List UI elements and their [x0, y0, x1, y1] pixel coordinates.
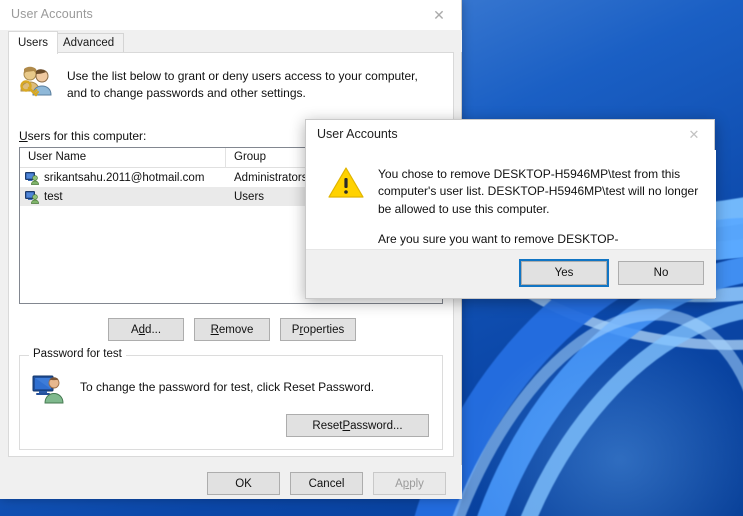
tab-advanced[interactable]: Advanced — [53, 33, 125, 54]
dialog-message-line1: You chose to remove DESKTOP-H5946MP\test… — [378, 167, 699, 216]
warning-triangle-icon — [328, 166, 364, 251]
user-account-icon — [25, 190, 39, 204]
remove-button[interactable]: Remove — [194, 318, 270, 341]
remove-button-post: emove — [218, 323, 254, 336]
reset-password-post: assword... — [350, 419, 403, 432]
info-blurb: Use the list below to grant or deny user… — [17, 65, 437, 102]
dialog-footer: OK Cancel Ap ply — [0, 465, 462, 499]
user-action-buttons: Ad d... Remove Pr operties — [9, 318, 455, 341]
dialog-footer: Yes No — [306, 249, 716, 298]
close-icon[interactable]: ✕ — [417, 0, 461, 30]
remove-button-accel: R — [210, 323, 219, 336]
apply-button: Ap ply — [373, 472, 446, 495]
confirm-remove-dialog: User Accounts ✕ You chose to remove DESK… — [305, 119, 716, 299]
users-list-label-accel: U — [19, 129, 28, 143]
reset-password-accel: P — [342, 419, 351, 432]
window-title: User Accounts — [11, 7, 93, 21]
properties-button-post: operties — [303, 323, 345, 336]
user-account-icon — [25, 171, 39, 185]
window-titlebar[interactable]: User Accounts ✕ — [0, 0, 461, 30]
apply-button-post: ply — [409, 477, 424, 490]
dialog-footer-buttons: Yes No — [519, 259, 704, 287]
properties-button[interactable]: Pr operties — [280, 318, 356, 341]
add-button-post: d... — [145, 323, 162, 336]
dialog-body: You chose to remove DESKTOP-H5946MP\test… — [306, 150, 716, 264]
users-list-label-rest: sers for this computer: — [27, 129, 147, 143]
info-blurb-text: Use the list below to grant or deny user… — [67, 69, 418, 101]
cancel-button[interactable]: Cancel — [290, 472, 363, 495]
user-name-text: test — [44, 190, 63, 203]
ok-button[interactable]: OK — [207, 472, 280, 495]
add-button-pre: A — [130, 323, 139, 336]
dialog-message: You chose to remove DESKTOP-H5946MP\test… — [378, 166, 700, 264]
monitor-user-icon — [32, 372, 66, 404]
password-info-row: To change the password for test, click R… — [32, 372, 374, 404]
cell-user-name: srikantsahu.2011@hotmail.com — [20, 171, 226, 185]
users-key-icon — [17, 65, 55, 102]
reset-password-wrap: Reset Password... — [286, 414, 429, 437]
dialog-footer-buttons: OK Cancel Ap ply — [207, 472, 446, 495]
tab-strip: Users Advanced — [0, 30, 462, 54]
yes-button[interactable]: Yes — [519, 259, 609, 287]
dialog-title: User Accounts — [317, 127, 398, 141]
reset-password-pre: Reset — [312, 419, 343, 432]
wallpaper-glow — [470, 330, 743, 516]
apply-button-pre: A — [395, 477, 403, 490]
close-icon[interactable]: ✕ — [674, 120, 714, 150]
no-button[interactable]: No — [618, 261, 704, 285]
password-groupbox-legend: Password for test — [29, 348, 126, 360]
user-name-text: srikantsahu.2011@hotmail.com — [44, 171, 205, 184]
password-info-text: To change the password for test, click R… — [80, 380, 375, 394]
column-header-user-name[interactable]: User Name — [20, 148, 226, 168]
reset-password-button[interactable]: Reset Password... — [286, 414, 429, 437]
cell-user-name: test — [20, 190, 226, 204]
properties-button-pre: P — [291, 323, 300, 336]
add-button[interactable]: Ad d... — [108, 318, 184, 341]
dialog-titlebar[interactable]: User Accounts ✕ — [306, 120, 714, 150]
tab-users[interactable]: Users — [8, 31, 59, 54]
users-list-label: Users for this computer: — [19, 129, 146, 143]
password-groupbox: Password for test To change the password — [19, 348, 443, 450]
